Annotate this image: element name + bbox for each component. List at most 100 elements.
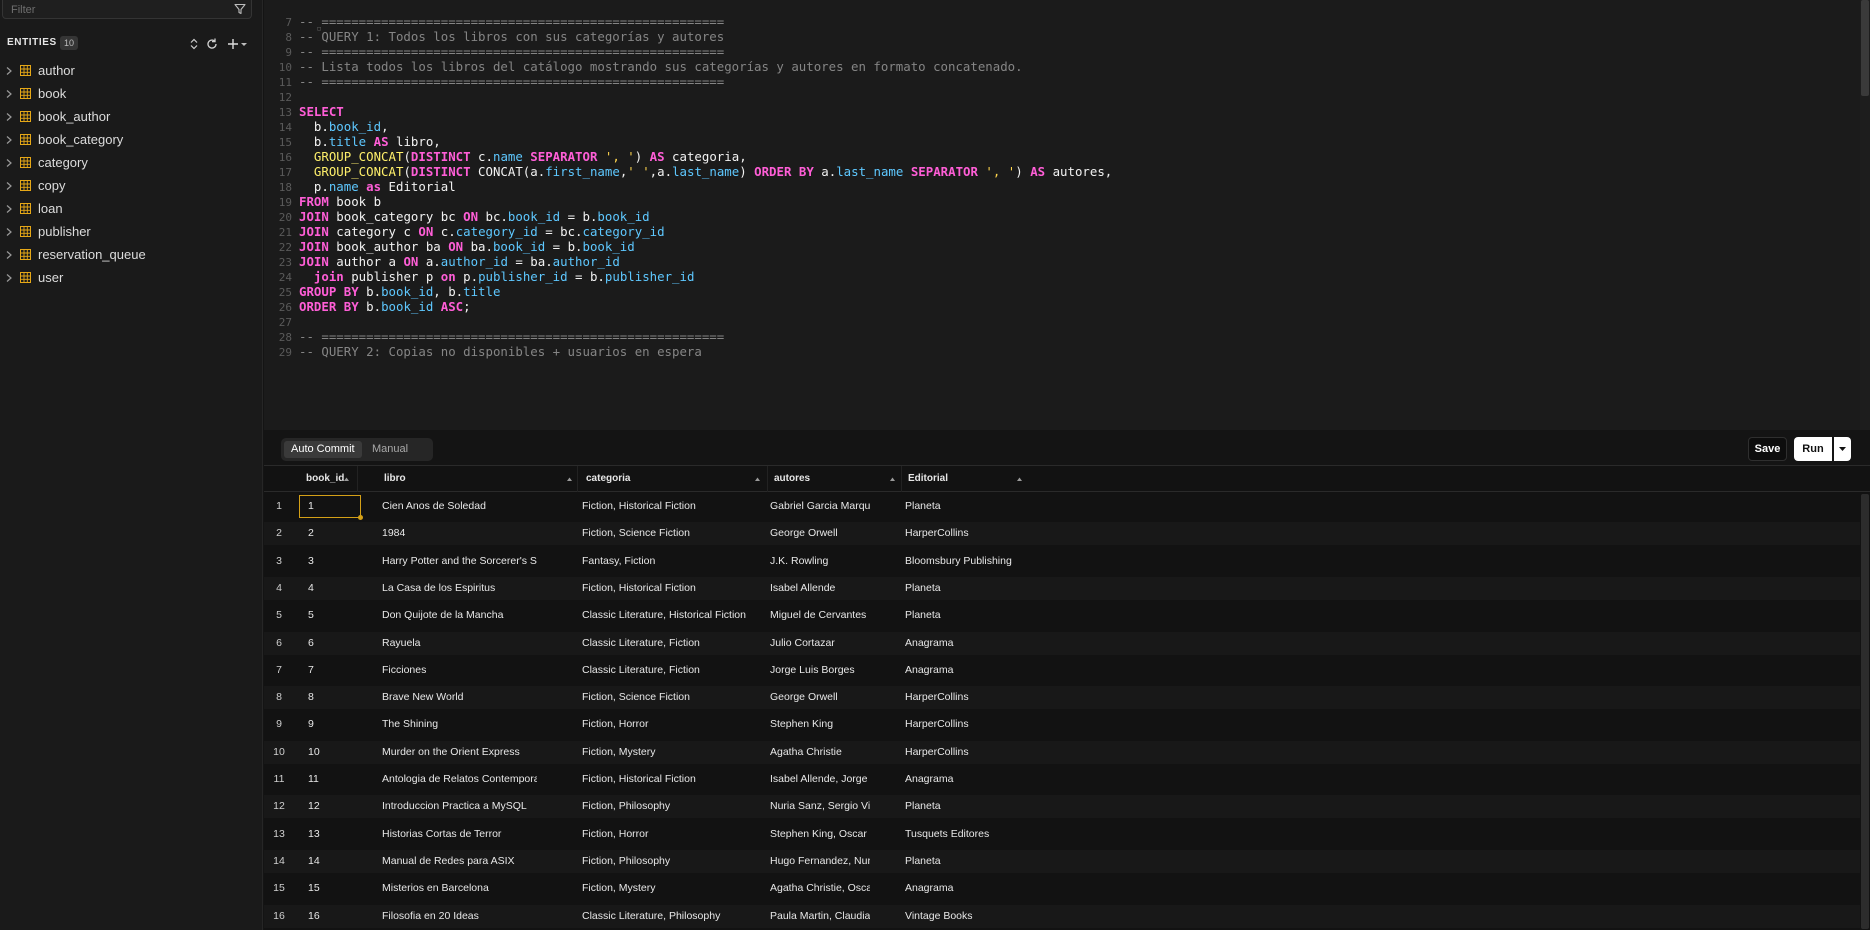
- cell-autores[interactable]: Miguel de Cervantes: [770, 604, 870, 627]
- cell-categoria[interactable]: Fantasy, Fiction: [582, 550, 752, 573]
- chevron-right-icon[interactable]: [5, 204, 13, 214]
- cell-editorial[interactable]: Bloomsbury Publishing: [905, 550, 1085, 573]
- save-button[interactable]: Save: [1748, 437, 1787, 461]
- table-row[interactable]: 14 14 Manual de Redes para ASIX Fiction, Ph…: [264, 849, 1860, 873]
- table-row[interactable]: 1 1 Cien Anos de Soledad Fiction, Historica…: [264, 495, 1860, 520]
- table-row[interactable]: 13 13 Historias Cortas de Terror Fiction, H…: [264, 823, 1860, 846]
- table-row[interactable]: 3 3 Harry Potter and the Sorcerer's Stone F…: [264, 550, 1860, 573]
- cell-libro[interactable]: The Shining: [382, 713, 537, 736]
- table-row[interactable]: 8 8 Brave New World Fiction, Science Fictio…: [264, 686, 1860, 710]
- cell-editorial[interactable]: HarperCollins: [905, 713, 1085, 736]
- cell-libro[interactable]: La Casa de los Espiritus: [382, 577, 537, 600]
- cell-libro[interactable]: Murder on the Orient Express: [382, 741, 537, 764]
- cell-editorial[interactable]: Planeta: [905, 850, 1085, 873]
- cell-editorial[interactable]: Planeta: [905, 795, 1085, 818]
- cell-libro[interactable]: Harry Potter and the Sorcerer's Stone: [382, 550, 537, 573]
- chevron-right-icon[interactable]: [5, 158, 13, 168]
- table-row[interactable]: 5 5 Don Quijote de la Mancha Classic Litera…: [264, 604, 1860, 627]
- cell-libro[interactable]: Ficciones: [382, 659, 537, 682]
- column-header-categoria[interactable]: categoria: [580, 466, 768, 492]
- table-row[interactable]: 15 15 Misterios en Barcelona Fiction, Myste…: [264, 877, 1860, 900]
- sort-icon[interactable]: [754, 476, 761, 482]
- cell-editorial[interactable]: Vintage Books: [905, 905, 1085, 928]
- auto-commit-option[interactable]: Auto Commit: [284, 441, 362, 458]
- cell-autores[interactable]: Agatha Christie: [770, 741, 870, 764]
- cell-libro[interactable]: Manual de Redes para ASIX: [382, 850, 537, 873]
- chevron-right-icon[interactable]: [5, 112, 13, 122]
- cell-autores[interactable]: Stephen King, Oscar S...: [770, 823, 870, 846]
- cell-editorial[interactable]: Anagrama: [905, 768, 1085, 791]
- cell-editorial[interactable]: HarperCollins: [905, 741, 1085, 764]
- cell-autores[interactable]: Hugo Fernandez, Nur...: [770, 850, 870, 873]
- cell-autores[interactable]: Agatha Christie, Osca...: [770, 877, 870, 900]
- cell-autores[interactable]: George Orwell: [770, 522, 870, 545]
- cell-libro[interactable]: Filosofia en 20 Ideas: [382, 905, 537, 928]
- cell-book-id[interactable]: 7: [308, 659, 354, 682]
- cell-categoria[interactable]: Fiction, Science Fiction: [582, 522, 752, 545]
- column-header-editorial[interactable]: Editorial: [902, 466, 1026, 492]
- cell-categoria[interactable]: Fiction, Mystery: [582, 877, 752, 900]
- chevron-right-icon[interactable]: [5, 89, 13, 99]
- cell-autores[interactable]: Stephen King: [770, 713, 870, 736]
- cell-libro[interactable]: Introduccion Practica a MySQL: [382, 795, 537, 818]
- cell-autores[interactable]: George Orwell: [770, 686, 870, 709]
- cell-categoria[interactable]: Fiction, Horror: [582, 713, 752, 736]
- chevron-right-icon[interactable]: [5, 66, 13, 76]
- table-row[interactable]: 16 16 Filosofia en 20 Ideas Classic Literat…: [264, 904, 1860, 928]
- sort-icon[interactable]: [343, 476, 350, 482]
- cell-editorial[interactable]: Anagrama: [905, 632, 1085, 655]
- sql-editor[interactable]: ▫ 7 -- ==================================…: [264, 0, 1870, 430]
- cell-book-id[interactable]: 13: [308, 823, 354, 846]
- table-row[interactable]: 10 10 Murder on the Orient Express Fiction,…: [264, 740, 1860, 764]
- cell-book-id[interactable]: 6: [308, 632, 354, 655]
- entity-item-book-author[interactable]: book_author: [0, 106, 263, 129]
- table-row[interactable]: 2 2 1984 Fiction, Science Fiction George Orw…: [264, 522, 1860, 546]
- filter-input[interactable]: [11, 2, 221, 17]
- grid-scroll-thumb[interactable]: [1861, 494, 1869, 929]
- cell-autores[interactable]: Isabel Allende: [770, 577, 870, 600]
- cell-libro[interactable]: 1984: [382, 522, 537, 545]
- cell-editorial[interactable]: HarperCollins: [905, 686, 1085, 709]
- manual-commit-option[interactable]: Manual: [365, 441, 415, 458]
- cell-book-id[interactable]: 16: [308, 905, 354, 928]
- table-row[interactable]: 9 9 The Shining Fiction, Horror Stephen King…: [264, 713, 1860, 736]
- run-button[interactable]: Run: [1794, 437, 1832, 461]
- cell-editorial[interactable]: HarperCollins: [905, 522, 1085, 545]
- fill-handle[interactable]: [358, 515, 363, 520]
- add-dropdown-chevron-icon[interactable]: [239, 37, 249, 51]
- cell-book-id[interactable]: 14: [308, 850, 354, 873]
- sort-icon[interactable]: [1016, 476, 1023, 482]
- cell-editorial[interactable]: Tusquets Editores: [905, 823, 1085, 846]
- cell-book-id[interactable]: 3: [308, 550, 354, 573]
- table-row[interactable]: 6 6 Rayuela Classic Literature, Fiction Juli…: [264, 631, 1860, 655]
- cell-libro[interactable]: Don Quijote de la Mancha: [382, 604, 537, 627]
- cell-editorial[interactable]: Planeta: [905, 604, 1085, 627]
- code-line[interactable]: 29 -- QUERY 2: Copias no disponibles + us…: [264, 343, 1854, 361]
- entity-item-category[interactable]: category: [0, 152, 263, 175]
- table-row[interactable]: 4 4 La Casa de los Espiritus Fiction, Histo…: [264, 576, 1860, 600]
- sort-icon[interactable]: [566, 476, 573, 482]
- column-header-book-id[interactable]: book_id: [300, 466, 358, 492]
- entity-item-reservation-queue[interactable]: reservation_queue: [0, 244, 263, 267]
- cell-categoria[interactable]: Fiction, Historical Fiction: [582, 495, 752, 518]
- chevron-right-icon[interactable]: [5, 135, 13, 145]
- entity-item-book-category[interactable]: book_category: [0, 129, 263, 152]
- cell-categoria[interactable]: Fiction, Science Fiction: [582, 686, 752, 709]
- chevron-right-icon[interactable]: [5, 273, 13, 283]
- cell-book-id[interactable]: 11: [308, 768, 354, 791]
- cell-autores[interactable]: Isabel Allende, Jorge ...: [770, 768, 870, 791]
- chevron-right-icon[interactable]: [5, 181, 13, 191]
- cell-autores[interactable]: J.K. Rowling: [770, 550, 870, 573]
- table-row[interactable]: 7 7 Ficciones Classic Literature, Fiction Jo…: [264, 659, 1860, 682]
- column-header-autores[interactable]: autores: [768, 466, 902, 492]
- entity-item-book[interactable]: book: [0, 83, 263, 106]
- cell-categoria[interactable]: Classic Literature, Philosophy: [582, 905, 752, 928]
- run-options-dropdown[interactable]: [1834, 437, 1851, 461]
- cell-categoria[interactable]: Classic Literature, Fiction: [582, 659, 752, 682]
- cell-libro[interactable]: Historias Cortas de Terror: [382, 823, 537, 846]
- table-row[interactable]: 12 12 Introduccion Practica a MySQL Fiction…: [264, 795, 1860, 819]
- cell-editorial[interactable]: Planeta: [905, 495, 1085, 518]
- collapse-expand-icon[interactable]: [187, 37, 201, 51]
- add-entity-icon[interactable]: [226, 37, 240, 51]
- sort-icon[interactable]: [889, 476, 896, 482]
